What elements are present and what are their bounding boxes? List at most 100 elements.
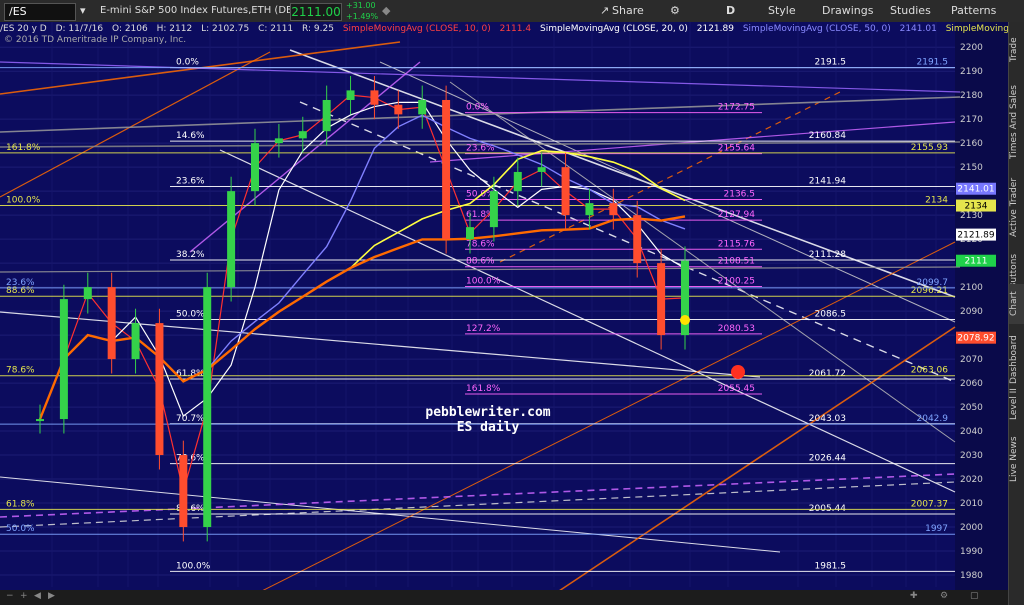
candle-body bbox=[227, 191, 236, 288]
zoom-out-icon[interactable]: − bbox=[6, 591, 14, 601]
fib-level-label: 88.6% bbox=[466, 257, 495, 267]
sidebar-tab-times-and-sales[interactable]: Times And Sales bbox=[1009, 82, 1024, 162]
share-button[interactable]: Share bbox=[612, 0, 644, 22]
fib-level-label: 23.6% bbox=[176, 176, 205, 186]
style-button[interactable]: Style bbox=[768, 0, 796, 22]
candle-body bbox=[251, 143, 259, 192]
symbol-text: /ES bbox=[9, 5, 27, 18]
right-sidebar: Trade Times And Sales Active Trader Big … bbox=[1008, 22, 1024, 605]
stat-close: C: 2111 bbox=[258, 24, 294, 34]
y-tick-label: 2010 bbox=[960, 499, 983, 509]
candle-body bbox=[346, 90, 355, 100]
sma20-value: 2121.89 bbox=[696, 24, 734, 34]
fib-level-value: 1997 bbox=[925, 524, 948, 534]
candle-body bbox=[274, 138, 283, 144]
y-tick-label: 2180 bbox=[960, 91, 983, 101]
patterns-button[interactable]: Patterns bbox=[951, 0, 996, 22]
price-tag-label: 2111 bbox=[965, 257, 988, 267]
fib-level-value: 2155.93 bbox=[911, 143, 948, 153]
sidebar-tab-active-trader[interactable]: Active Trader bbox=[1009, 172, 1024, 242]
y-tick-label: 2190 bbox=[960, 67, 983, 77]
y-tick-label: 2160 bbox=[960, 139, 983, 149]
fib-level-value: 2134 bbox=[925, 196, 948, 206]
candle-body bbox=[59, 299, 68, 420]
fib-level-value: 2141.94 bbox=[809, 176, 846, 186]
fib-level-value: 2026.44 bbox=[809, 454, 846, 464]
candle-body bbox=[585, 203, 594, 216]
candle-body bbox=[131, 323, 140, 360]
y-tick-label: 2090 bbox=[960, 307, 983, 317]
candle-body bbox=[322, 99, 331, 132]
candle-body bbox=[203, 287, 212, 528]
drawings-button[interactable]: Drawings bbox=[822, 0, 873, 22]
sma50-value: 2141.01 bbox=[899, 24, 937, 34]
candle-body bbox=[179, 455, 188, 528]
fib-level-value: 2099.7 bbox=[917, 278, 949, 288]
fib-level-label: 50.0% bbox=[176, 309, 205, 319]
settings-icon[interactable]: ⚙ bbox=[940, 591, 948, 601]
gear-icon[interactable]: ⚙ bbox=[670, 0, 680, 22]
candle-body bbox=[513, 171, 522, 192]
fib-level-label: 100.0% bbox=[6, 196, 41, 206]
sma10-value: 2111.4 bbox=[499, 24, 532, 34]
price-chart[interactable]: 0.0% 2191.5 14.6% 2160.84 23.6% 2141.94 38.2% 2… bbox=[0, 22, 1008, 605]
symbol-selector[interactable]: /ES bbox=[4, 3, 76, 21]
symbol-description: E-mini S&P 500 Index Futures,ETH (DEC 16… bbox=[100, 5, 320, 16]
chart-label: /ES 20 y D bbox=[0, 24, 47, 34]
candle-body bbox=[155, 323, 164, 456]
sma20-label: SimpleMovingAvg (CLOSE, 20, 0) bbox=[539, 24, 688, 34]
chevron-down-icon[interactable]: ▾ bbox=[80, 0, 86, 22]
crosshair-icon[interactable]: ✚ bbox=[910, 591, 918, 601]
fib-level-value: 2127.94 bbox=[718, 210, 755, 220]
fib-level-label: 161.8% bbox=[466, 384, 501, 394]
y-tick-label: 2100 bbox=[960, 283, 983, 293]
candle-body bbox=[418, 99, 427, 115]
aggregation-button[interactable]: D bbox=[726, 0, 735, 22]
fib-level-value: 2007.37 bbox=[911, 499, 948, 509]
alert-icon[interactable]: ◆ bbox=[382, 0, 390, 22]
scroll-right-icon[interactable]: ▶ bbox=[48, 591, 55, 601]
candle-body bbox=[466, 227, 474, 240]
studies-button[interactable]: Studies bbox=[890, 0, 931, 22]
price-axis: 1980 1990 2000 2010 2020 2030 2040 2050 2060 2070… bbox=[960, 43, 983, 581]
y-tick-label: 2070 bbox=[960, 355, 983, 365]
target-marker-red bbox=[731, 365, 745, 379]
sidebar-tab-live-news[interactable]: Live News bbox=[1009, 432, 1024, 486]
zoom-in-icon[interactable]: + bbox=[20, 591, 28, 601]
fib-level-label: 78.6% bbox=[6, 366, 35, 376]
stat-range: R: 9.25 bbox=[302, 24, 334, 34]
sidebar-tab-level-ii[interactable]: Level II bbox=[1009, 382, 1024, 426]
scroll-left-icon[interactable]: ◀ bbox=[34, 591, 41, 601]
fib-level-label: 0.0% bbox=[176, 58, 199, 68]
sidebar-tab-chart[interactable]: Chart bbox=[1009, 284, 1024, 324]
fib-level-label: 38.2% bbox=[176, 250, 205, 260]
stat-high: H: 2112 bbox=[156, 24, 193, 34]
fib-level-label: 61.8% bbox=[6, 499, 35, 509]
candle-body bbox=[298, 131, 307, 139]
fib-level-value: 2042.9 bbox=[917, 414, 949, 424]
candle-body bbox=[442, 99, 451, 240]
candle-body bbox=[370, 90, 379, 105]
y-tick-label: 2040 bbox=[960, 427, 983, 437]
share-icon: ↗ bbox=[600, 4, 610, 17]
sma50-label: SimpleMovingAvg (CLOSE, 50, 0) bbox=[742, 24, 891, 34]
y-tick-label: 2020 bbox=[960, 475, 983, 485]
fib-level-value: 2086.5 bbox=[815, 309, 847, 319]
fib-level-label: 100.0% bbox=[176, 561, 211, 571]
price-tag-label: 2141.01 bbox=[957, 185, 994, 195]
chart-subtitle: ES daily bbox=[457, 420, 520, 435]
candle-body bbox=[537, 167, 546, 172]
candle-body bbox=[36, 419, 44, 422]
chart-footer: − + ◀ ▶ ✚ ⚙ ▢ bbox=[0, 590, 1008, 605]
fib-level-value: 2080.53 bbox=[718, 324, 755, 334]
y-tick-label: 2030 bbox=[960, 451, 983, 461]
sidebar-tab-trade[interactable]: Trade bbox=[1009, 30, 1024, 70]
maximize-icon[interactable]: ▢ bbox=[970, 591, 979, 601]
toolbar: /ES ▾ E-mini S&P 500 Index Futures,ETH (… bbox=[0, 0, 1024, 23]
y-tick-label: 1990 bbox=[960, 547, 983, 557]
y-tick-label: 2130 bbox=[960, 211, 983, 221]
candle-body bbox=[561, 167, 570, 216]
stat-low: L: 2102.75 bbox=[201, 24, 250, 34]
fib-level-value: 2063.06 bbox=[911, 366, 948, 376]
price-tag-label: 2078.92 bbox=[957, 334, 994, 344]
